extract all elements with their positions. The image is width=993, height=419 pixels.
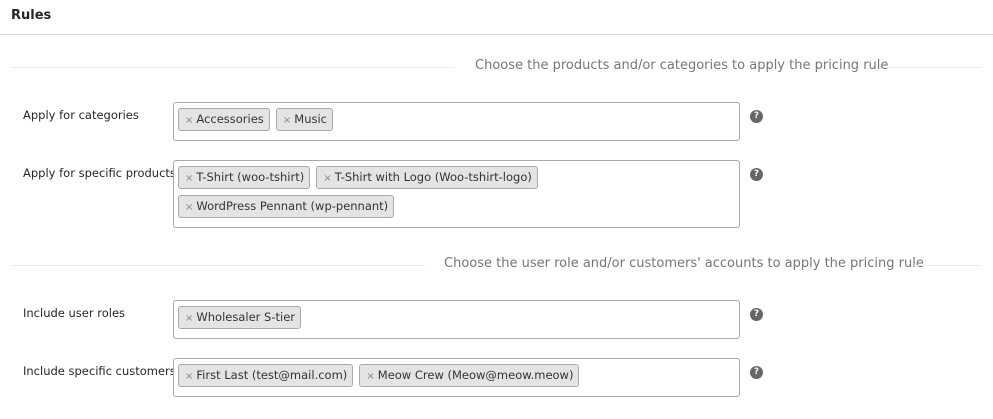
chip-label: T-Shirt (woo-tshirt) <box>196 170 305 184</box>
section-divider-right <box>914 265 982 266</box>
customers-label: Include specific customers <box>23 364 176 378</box>
products-label: Apply for specific products <box>23 166 176 180</box>
categories-select[interactable]: × Accessories × Music <box>173 102 740 141</box>
role-chip[interactable]: × Wholesaler S-tier <box>178 306 302 329</box>
category-chip[interactable]: × Accessories <box>178 108 270 131</box>
question-mark-icon[interactable]: ? <box>750 168 763 181</box>
product-chip[interactable]: × T-Shirt (woo-tshirt) <box>178 166 311 189</box>
section-divider-left <box>11 67 455 68</box>
question-mark-icon[interactable]: ? <box>750 366 763 379</box>
section-heading-text: Choose the products and/or categories to… <box>475 58 889 73</box>
product-chip[interactable]: × T-Shirt with Logo (Woo-tshirt-logo) <box>316 166 538 189</box>
remove-icon[interactable]: × <box>185 313 193 324</box>
chip-label: Wholesaler S-tier <box>196 310 296 324</box>
title-divider <box>0 34 993 35</box>
remove-icon[interactable]: × <box>283 115 291 126</box>
remove-icon[interactable]: × <box>185 371 193 382</box>
chip-label: WordPress Pennant (wp-pennant) <box>196 199 389 213</box>
rules-panel-title: Rules <box>11 8 52 23</box>
products-select[interactable]: × T-Shirt (woo-tshirt) × T-Shirt with Logo… <box>173 160 740 228</box>
section-divider-right <box>885 67 982 68</box>
section-heading-text: Choose the user role and/or customers' a… <box>444 256 924 271</box>
customers-select[interactable]: × First Last (test@mail.com) × Meow Crew (… <box>173 358 740 397</box>
category-chip[interactable]: × Music <box>275 108 334 131</box>
user-roles-label: Include user roles <box>23 306 126 320</box>
section-heading-products: Choose the products and/or categories to… <box>0 58 993 78</box>
chip-label: Music <box>294 112 328 126</box>
remove-icon[interactable]: × <box>185 202 193 213</box>
section-divider-left <box>11 265 425 266</box>
chip-label: First Last (test@mail.com) <box>196 368 348 382</box>
chip-label: T-Shirt with Logo (Woo-tshirt-logo) <box>334 170 532 184</box>
customer-chip[interactable]: × Meow Crew (Meow@meow.meow) <box>359 364 580 387</box>
question-mark-icon[interactable]: ? <box>750 308 763 321</box>
remove-icon[interactable]: × <box>366 371 374 382</box>
remove-icon[interactable]: × <box>323 173 331 184</box>
question-mark-icon[interactable]: ? <box>750 110 763 123</box>
user-roles-select[interactable]: × Wholesaler S-tier <box>173 300 740 339</box>
section-heading-customers: Choose the user role and/or customers' a… <box>0 256 993 276</box>
customer-chip[interactable]: × First Last (test@mail.com) <box>178 364 354 387</box>
chip-label: Accessories <box>196 112 264 126</box>
remove-icon[interactable]: × <box>185 173 193 184</box>
categories-label: Apply for categories <box>23 108 139 122</box>
remove-icon[interactable]: × <box>185 115 193 126</box>
product-chip[interactable]: × WordPress Pennant (wp-pennant) <box>178 195 395 218</box>
chip-label: Meow Crew (Meow@meow.meow) <box>377 368 574 382</box>
